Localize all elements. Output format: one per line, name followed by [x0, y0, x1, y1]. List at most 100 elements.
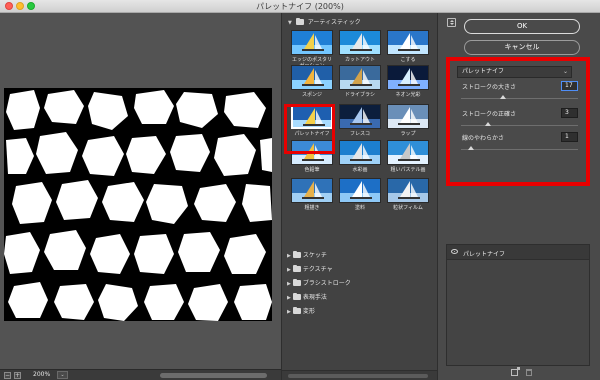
filter-thumbnail[interactable]: カットアウト [338, 30, 382, 63]
disclosure-triangle-icon: ▶ [287, 267, 291, 273]
param-label: 線のやわらかさ [462, 135, 505, 142]
thumbnail-image [387, 65, 429, 90]
thumbnail-image [291, 65, 333, 90]
slider-thumb[interactable] [468, 146, 474, 150]
zoom-level: 200% [33, 371, 51, 378]
param-slider[interactable] [461, 122, 578, 126]
ok-button[interactable]: OK [464, 19, 580, 34]
gallery-scroll-thumb[interactable] [288, 374, 428, 378]
zoom-dropdown[interactable]: ⌄ [57, 371, 68, 379]
thumbnail-label: 粗描き [304, 205, 320, 211]
disclosure-triangle-icon: ▶ [287, 295, 291, 301]
category-label: スケッチ [302, 252, 327, 259]
settings-panel: OK キャンセル パレットナイフ ⌄ パレットナイフ ストロークの大きさ 17 スト… [437, 13, 600, 380]
preview-bottom-bar: − + 200% ⌄ [0, 369, 281, 380]
title-bar: パレットナイフ (200%) [0, 0, 600, 13]
thumbnail-image [339, 140, 381, 165]
thumbnail-label: こする [400, 57, 416, 63]
slider-thumb[interactable] [500, 95, 506, 99]
eye-icon[interactable] [451, 249, 458, 254]
thumbnail-image [387, 140, 429, 165]
chevron-down-icon: ⌄ [562, 68, 568, 75]
disclosure-triangle-icon: ▶ [287, 281, 291, 287]
filter-thumbnail[interactable]: スポンジ [290, 65, 334, 98]
param-value-input[interactable]: 17 [561, 81, 578, 91]
filter-thumbnail[interactable]: ラップ [386, 104, 430, 137]
thumbnail-label: フレスコ [349, 131, 370, 137]
palette-knife-preview [4, 88, 272, 321]
folder-icon [292, 265, 301, 272]
new-layer-icon[interactable] [511, 367, 520, 376]
filter-thumbnail[interactable]: こする [386, 30, 430, 63]
folder-icon [292, 307, 301, 314]
effect-layer-list: パレットナイフ [446, 244, 590, 366]
thumbnail-image [339, 178, 381, 203]
folder-icon [292, 279, 301, 286]
thumbnail-image [387, 30, 429, 55]
zoom-in-button[interactable]: + [14, 372, 21, 379]
param-label: ストロークの正確さ [462, 111, 517, 118]
param-value-input[interactable]: 3 [561, 108, 578, 118]
filter-thumbnail[interactable]: 粗描き [290, 178, 334, 211]
param-value-input[interactable]: 1 [561, 132, 578, 142]
filter-thumbnail[interactable]: 塗料 [338, 178, 382, 211]
thumbnail-label: ラップ [400, 131, 416, 137]
effect-layer-row[interactable]: パレットナイフ [447, 245, 589, 260]
category-label: 表現手法 [302, 294, 327, 301]
category-item[interactable]: ▶ 表現手法 [282, 291, 438, 305]
category-item[interactable]: ▶ ブラシストローク [282, 277, 438, 291]
thumbnail-label: スポンジ [301, 92, 322, 98]
filter-thumbnail[interactable]: 粒状フィルム [386, 178, 430, 211]
thumbnail-image [339, 65, 381, 90]
folder-icon [292, 251, 301, 258]
trash-icon[interactable] [526, 369, 532, 376]
category-item[interactable]: ▶ テクスチャ [282, 263, 438, 277]
cancel-button[interactable]: キャンセル [464, 40, 580, 55]
thumbnail-label: 色鉛筆 [304, 167, 320, 173]
param-slider[interactable] [461, 146, 578, 150]
category-label: 変形 [302, 308, 315, 315]
thumbnail-image [339, 104, 381, 129]
category-label: ブラシストローク [302, 280, 351, 287]
thumbnail-image [387, 178, 429, 203]
category-label: テクスチャ [302, 266, 333, 273]
thumbnail-label: 粒状フィルム [393, 205, 423, 211]
selected-filter-highlight [284, 104, 335, 154]
category-item[interactable]: ▶ スケッチ [282, 249, 438, 263]
thumbnail-image [339, 30, 381, 55]
preview-panel [0, 13, 281, 369]
slider-thumb[interactable] [485, 122, 491, 126]
filter-thumbnail[interactable]: エッジのポスタリゼーション [290, 30, 334, 69]
param-slider[interactable] [461, 95, 578, 99]
window-title: パレットナイフ (200%) [256, 2, 344, 11]
thumbnail-label: 水彩画 [352, 167, 368, 173]
filter-thumbnail[interactable]: ネオン光彩 [386, 65, 430, 98]
thumbnail-label: ドライブラシ [345, 92, 375, 98]
thumbnail-label: 塗料 [354, 205, 365, 211]
preview-image[interactable] [4, 88, 272, 321]
preview-horizontal-scrollbar[interactable] [160, 373, 267, 378]
disclosure-triangle-icon: ▶ [287, 253, 291, 259]
category-list: ▶ スケッチ ▶ テクスチャ ▶ ブラシストローク ▶ 表現手法 ▶ 変形 [282, 249, 438, 319]
thumbnail-image [387, 104, 429, 129]
param-label: ストロークの大きさ [462, 84, 517, 91]
thumbnail-image [291, 30, 333, 55]
disclosure-triangle-icon: ▶ [287, 309, 291, 315]
thumbnail-image [291, 178, 333, 203]
thumbnail-label: ネオン光彩 [395, 92, 421, 98]
zoom-out-button[interactable]: − [4, 372, 11, 379]
filter-thumbnail[interactable]: フレスコ [338, 104, 382, 137]
category-item[interactable]: ▶ 変形 [282, 305, 438, 319]
collapse-icon[interactable] [447, 18, 456, 27]
gallery-scrollbar[interactable] [282, 370, 438, 380]
thumbnail-label: カットアウト [344, 57, 375, 63]
effect-layer-name: パレットナイフ [463, 251, 506, 258]
filter-thumbnail[interactable]: 粗いパステル画 [386, 140, 430, 173]
filter-select-value: パレットナイフ [462, 68, 505, 75]
thumbnail-label: 粗いパステル画 [390, 167, 426, 173]
filter-gallery-panel: ▼ アーティスティック エッジのポスタリゼーションカットアウトこするスポンジドラ… [281, 13, 438, 380]
filter-select[interactable]: パレットナイフ ⌄ [457, 66, 572, 78]
filter-thumbnail[interactable]: 水彩画 [338, 140, 382, 173]
folder-icon [292, 293, 301, 300]
filter-thumbnail[interactable]: ドライブラシ [338, 65, 382, 98]
